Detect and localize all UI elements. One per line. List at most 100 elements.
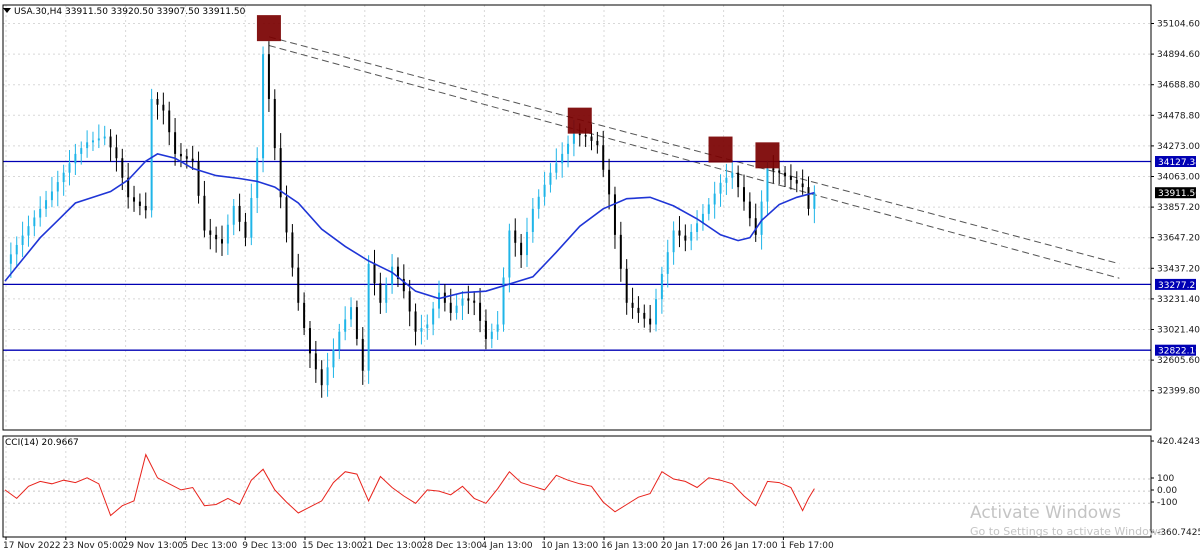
candle-body [68,163,71,173]
candle-body [625,268,628,303]
candle-body [27,226,30,236]
candle-body [303,302,306,329]
candle-body [672,230,675,253]
swing-high-marker[interactable] [256,15,281,42]
candle-body [637,307,640,313]
candle-body [103,136,106,139]
candle-body [725,177,728,183]
trading-chart[interactable]: 34127.3433277.2132822.16 33911.5035104.6… [0,0,1200,552]
candle-body [473,300,476,303]
candle-body [391,266,394,285]
candle-body [320,369,323,386]
candle-body [719,182,722,194]
candle-body [784,172,787,177]
level-price-label: 33277.21 [1158,281,1200,291]
candle-body [244,221,247,238]
candle-body [408,291,411,312]
candle-body [596,140,599,146]
swing-high-marker[interactable] [708,136,733,163]
candle-body [156,98,159,105]
candle-body [567,143,570,154]
candle-body [537,196,540,209]
candle-body [449,302,452,313]
candle-body [707,204,710,214]
candle-body [561,153,564,164]
price-axis-label: 33647.20 [1157,234,1200,244]
candle-body [97,138,100,141]
candle-body [162,104,165,111]
candle-body [179,153,182,157]
candle-body [33,217,36,227]
price-axis-label: 34273.00 [1157,142,1200,152]
candle-body [807,187,810,209]
candle-body [256,158,259,198]
price-axis-label: 34478.80 [1157,111,1200,121]
candle-body [748,201,751,219]
candle-body [121,158,124,178]
candle-body [737,172,740,188]
candle-body [613,194,616,235]
candle-body [332,349,335,368]
candle-body [789,176,792,180]
candle-body [91,140,94,143]
watermark-title: Activate Windows [970,503,1121,523]
price-axis-label: 32605.60 [1157,356,1200,366]
candle-body [150,98,153,211]
price-axis-label: 34894.60 [1157,50,1200,60]
swing-high-marker[interactable] [755,142,780,169]
cci-axis-label: -100 [1157,498,1178,508]
candle-body [308,328,311,354]
candle-body [590,136,593,141]
candle-body [520,242,523,256]
candle-body [285,197,288,233]
price-axis-label: 35104.60 [1157,20,1200,30]
candle-body [344,319,347,332]
candle-body [655,299,658,325]
candle-body [555,163,558,173]
time-axis-label: 23 Nov 05:00 [63,541,124,551]
cci-axis-label: 420.4243 [1157,437,1200,447]
candle-body [355,307,358,339]
candle-body [80,148,83,154]
candle-body [690,231,693,241]
candle-body [578,133,581,136]
candle-body [678,230,681,236]
candle-body [531,208,534,232]
candle-body [326,367,329,386]
candle-body [226,224,229,244]
candle-body [619,234,622,269]
price-axis-label: 33857.20 [1157,203,1200,213]
time-axis-label: 17 Nov 2022 [3,541,61,551]
price-axis-label: 34063.00 [1157,173,1200,183]
candle-body [649,318,652,325]
candle-body [174,132,177,154]
candle-body [414,311,417,332]
candle-body [572,133,575,144]
level-price-label: 34127.34 [1158,158,1200,168]
watermark-subtitle: Go to Settings to activate Windows. [970,525,1167,538]
candle-body [455,305,458,313]
candle-body [385,284,388,303]
candle-body [209,230,212,235]
candle-body [479,302,482,321]
time-axis-label: 28 Dec 13:00 [422,541,483,551]
candle-body [238,205,241,222]
candle-body [109,136,112,148]
candle-body [525,231,528,256]
swing-high-marker[interactable] [567,107,592,134]
candle-body [543,184,546,197]
candle-body [484,320,487,339]
candle-body [742,187,745,202]
candle-body [643,312,646,319]
chart-background [0,0,1200,552]
current-price-label: 33911.50 [1158,189,1200,199]
candle-body [45,200,48,209]
candle-body [144,205,147,211]
candle-body [138,201,141,206]
candle-body [21,235,24,245]
cci-axis-label: 100 [1157,474,1174,484]
candle-body [778,170,781,173]
time-axis-label: 20 Jan 17:00 [661,541,718,551]
candle-body [191,158,194,162]
candle-body [39,208,42,218]
